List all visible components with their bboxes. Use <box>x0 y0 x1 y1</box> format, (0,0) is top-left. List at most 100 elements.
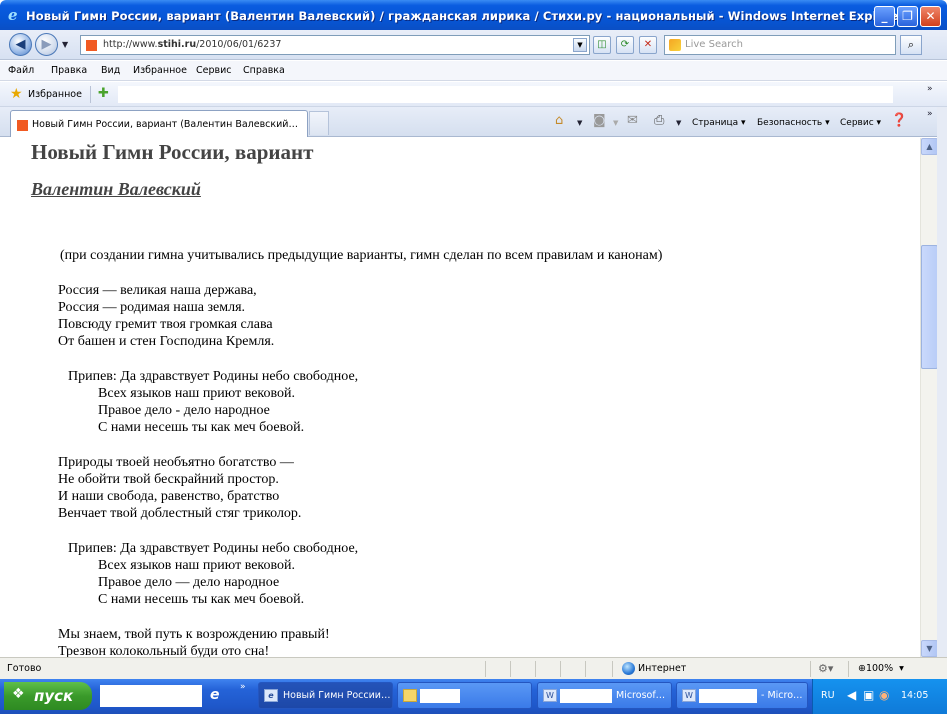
clock[interactable]: 14:05 <box>901 690 928 701</box>
url-prefix: http://www. <box>103 39 158 50</box>
start-button[interactable]: ❖ пуск <box>4 682 92 710</box>
menu-help[interactable]: Справка <box>243 65 285 76</box>
feeds-icon[interactable]: ◙ <box>593 114 606 128</box>
menu-edit[interactable]: Правка <box>51 65 87 76</box>
forward-arrow-icon[interactable]: ▶ <box>35 33 58 56</box>
quicklaunch-ie-icon[interactable]: e <box>210 687 220 703</box>
address-input[interactable]: http://www.stihi.ru/2010/06/01/6237 ▼ <box>80 35 590 55</box>
poem-line: Природы твоей необъятно богатство — <box>58 455 294 470</box>
tools-menu-button[interactable]: Сервис ▾ <box>840 118 881 128</box>
status-divider <box>585 661 586 677</box>
system-tray: RU ◀ ▣ ◉ 14:05 <box>812 679 947 714</box>
minimize-button[interactable]: _ <box>874 6 895 27</box>
protected-mode-icon[interactable]: ⚙▾ <box>818 662 833 675</box>
network-icon[interactable]: ▣ <box>863 688 874 702</box>
page-menu-label: Страница <box>692 118 739 128</box>
antivirus-icon[interactable]: ◉ <box>879 688 889 702</box>
redacted-area <box>420 689 460 703</box>
menu-tools[interactable]: Сервис <box>196 65 232 76</box>
status-divider <box>560 661 561 677</box>
back-arrow-icon[interactable]: ◀ <box>9 33 32 56</box>
page-title: Новый Гимн России, вариант <box>31 140 314 164</box>
tab-active[interactable]: Новый Гимн России, вариант (Валентин Вал… <box>10 110 308 137</box>
taskbar-item-folder[interactable] <box>397 682 532 709</box>
search-icon[interactable]: ⌕ <box>900 35 922 55</box>
address-dropdown-icon[interactable]: ▼ <box>573 38 587 52</box>
poem-line: Не обойти твой бескрайний простор. <box>58 472 279 487</box>
menu-view[interactable]: Вид <box>101 65 120 76</box>
favorites-button[interactable]: Избранное <box>28 89 82 100</box>
tab-row: Новый Гимн России, вариант (Валентин Вал… <box>0 107 947 137</box>
url-path: /2010/06/01/6237 <box>196 39 282 50</box>
poem-line: Трезвон колокольный буди ото сна! <box>58 644 270 657</box>
home-icon[interactable]: ⌂ <box>555 114 563 128</box>
command-chevron-icon[interactable]: » <box>927 109 933 119</box>
zoom-level[interactable]: ⊕100% ▾ <box>858 663 904 674</box>
star-icon[interactable]: ★ <box>10 87 23 101</box>
taskbar: ❖ пуск e » e Новый Гимн России… W Micros… <box>0 679 947 714</box>
status-divider <box>848 661 849 677</box>
start-label: пуск <box>34 687 74 705</box>
word-doc-icon: W <box>543 689 557 702</box>
window-title-bar[interactable]: e Новый Гимн России, вариант (Валентин В… <box>0 0 947 30</box>
refresh-icon[interactable]: ⟳ <box>616 36 634 54</box>
status-bar: Готово Интернет ⚙▾ ⊕100% ▾ <box>0 657 947 679</box>
poem-line: Россия — великая наша держава, <box>58 283 257 298</box>
search-placeholder: Live Search <box>685 39 743 50</box>
language-indicator[interactable]: RU <box>821 690 835 701</box>
poem-line: Венчает твой доблестный стяг триколор. <box>58 506 302 521</box>
print-icon[interactable]: ⎙ <box>654 114 664 128</box>
taskbar-item-word-1[interactable]: W Microsof… <box>537 682 672 709</box>
mail-icon[interactable]: ✉ <box>627 114 638 128</box>
status-text: Готово <box>7 663 42 674</box>
vertical-scrollbar[interactable]: ▲ ▼ <box>920 138 938 657</box>
tab-favicon <box>17 120 28 131</box>
ie-icon: e <box>264 689 278 702</box>
menu-file[interactable]: Файл <box>8 65 34 76</box>
compatibility-icon[interactable]: ◫ <box>593 36 611 54</box>
safety-menu-label: Безопасность <box>757 118 823 128</box>
feeds-dropdown-icon[interactable]: ▼ <box>613 119 618 127</box>
menu-favorites[interactable]: Избранное <box>133 65 187 76</box>
tray-arrow-icon[interactable]: ◀ <box>847 688 856 702</box>
live-search-icon <box>669 39 681 51</box>
poem-line: От башен и стен Господина Кремля. <box>58 334 275 349</box>
home-dropdown-icon[interactable]: ▼ <box>577 119 582 127</box>
status-divider <box>485 661 486 677</box>
safety-menu-button[interactable]: Безопасность ▾ <box>757 118 830 128</box>
url-text: http://www.stihi.ru/2010/06/01/6237 <box>103 39 281 50</box>
scroll-down-icon[interactable]: ▼ <box>921 640 938 657</box>
address-toolbar: ◀ ▶ ▼ http://www.stihi.ru/2010/06/01/623… <box>0 30 947 60</box>
print-dropdown-icon[interactable]: ▼ <box>676 119 681 127</box>
ie-icon: e <box>8 6 18 24</box>
taskbar-item-label: Новый Гимн России… <box>283 690 391 701</box>
stop-icon[interactable]: ✕ <box>639 36 657 54</box>
poem-line: Мы знаем, твой путь к возрождению правый… <box>58 627 330 642</box>
window-title: Новый Гимн России, вариант (Валентин Вал… <box>26 9 905 23</box>
maximize-button[interactable]: ❐ <box>897 6 918 27</box>
poem-line: И наши свобода, равенство, братство <box>58 489 280 504</box>
scroll-thumb[interactable] <box>921 245 938 369</box>
author-link[interactable]: Валентин Валевский <box>31 179 201 200</box>
site-favicon <box>86 40 97 51</box>
taskbar-item-label: Microsof… <box>616 690 666 701</box>
tools-menu-label: Сервис <box>840 118 874 128</box>
history-dropdown-icon[interactable]: ▼ <box>62 40 68 49</box>
chevron-right-icon[interactable]: » <box>927 84 933 94</box>
chorus-line: Всех языков наш приют вековой. <box>98 558 296 573</box>
toolbar-separator <box>90 86 91 103</box>
close-button[interactable]: ✕ <box>920 6 941 27</box>
scroll-up-icon[interactable]: ▲ <box>921 138 938 155</box>
taskbar-item-word-2[interactable]: W - Micro… <box>676 682 808 709</box>
windows-logo-icon: ❖ <box>12 686 25 702</box>
quicklaunch-chevron-icon[interactable]: » <box>240 682 246 692</box>
globe-icon <box>622 662 635 675</box>
poem-line: Россия — родимая наша земля. <box>58 300 246 315</box>
taskbar-item-ie[interactable]: e Новый Гимн России… <box>258 682 393 709</box>
search-input[interactable]: Live Search <box>664 35 896 55</box>
poem-note: (при создании гимна учитывались предыдущ… <box>60 248 663 263</box>
add-favorite-icon[interactable]: ✚ <box>98 87 109 101</box>
page-menu-button[interactable]: Страница ▾ <box>692 118 746 128</box>
help-icon[interactable]: ❓ <box>891 114 907 128</box>
new-tab-button[interactable] <box>309 111 329 135</box>
